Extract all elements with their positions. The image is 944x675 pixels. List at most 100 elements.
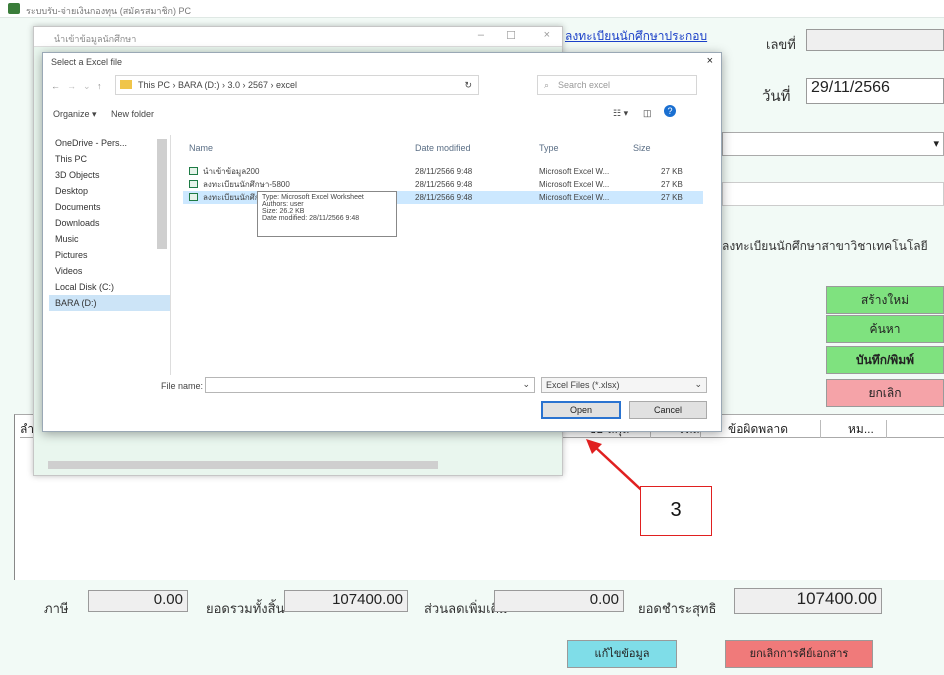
horizontal-scrollbar[interactable] [48,461,438,469]
total-label: ยอดรวมทั้งสิ้น [206,601,285,616]
tooltip-line: Type: Microsoft Excel Worksheet [262,194,364,201]
search-button[interactable]: ค้นหา [826,315,944,343]
organize-button[interactable]: Organize ▾ [53,109,97,120]
net-label: ยอดชำระสุทธิ [638,601,717,616]
help-icon[interactable]: ? [664,105,676,117]
edit-button[interactable]: แก้ไขข้อมูล [567,640,677,668]
chevron-down-icon[interactable]: ⌄ [83,81,91,92]
file-date: 28/11/2566 9:48 [415,193,473,202]
excel-file-icon [189,167,198,175]
folder-icon [120,80,132,89]
sidebar-item[interactable]: Downloads [49,215,170,231]
category-dropdown[interactable]: ▾ [722,132,944,156]
open-button[interactable]: Open [541,401,621,419]
col-size[interactable]: Size [633,143,651,153]
import-window-title: นำเข้าข้อมูลนักศึกษา [54,34,137,44]
app-title-bar: ระบบรับ-จ่ายเงินกองทุน (สมัครสมาชิก) PC [0,0,944,18]
minimize-icon[interactable]: – [478,29,484,41]
search-placeholder: Search excel [558,80,611,90]
total-field[interactable]: 107400.00 [284,590,408,612]
description-text: ลงทะเบียนนักศึกษาสาขาวิชาเทคโนโลยี [722,239,928,253]
file-name: นำเข้าข้อมูล200 [203,167,260,176]
excel-file-icon [189,180,198,188]
file-size: 27 KB [661,193,683,202]
vat-field[interactable]: 0.00 [88,590,188,612]
col-name[interactable]: Name [189,143,213,153]
file-row[interactable]: ลงทะเบียนนักศึกษา-5800 28/11/2566 9:48 Mic… [183,178,703,191]
app-icon [8,3,20,14]
sidebar-item[interactable]: Music [49,231,170,247]
cancel-button[interactable]: ยกเลิก [826,379,944,407]
filename-input[interactable]: ⌄ [205,377,535,393]
sidebar-item[interactable]: Pictures [49,247,170,263]
filename-label: File name: [161,381,204,391]
header-tab-text[interactable]: ลงทะเบียนนักศึกษาประกอบ [565,27,707,46]
date-label: วันที่ [762,88,791,105]
app-title: ระบบรับ-จ่ายเงินกองทุน (สมัครสมาชิก) PC [26,6,192,16]
breadcrumb: This PC › BARA (D:) › 3.0 › 2567 › excel [138,80,298,90]
dialog-titlebar: Select a Excel file × [43,53,721,69]
step-callout: 3 [640,486,712,536]
preview-pane-icon[interactable]: ◫ [643,108,652,119]
tooltip-line: Size: 26.2 KB [262,208,305,215]
close-icon[interactable]: × [544,29,550,41]
chevron-down-icon[interactable]: ⌄ [522,379,530,390]
file-date: 28/11/2566 9:48 [415,167,473,176]
file-type: Microsoft Excel W... [539,180,610,189]
doc-no-field[interactable] [806,29,944,51]
file-date: 28/11/2566 9:48 [415,180,473,189]
back-icon[interactable]: ← [51,81,60,91]
sidebar-item[interactable]: 3D Objects [49,167,170,183]
text-field[interactable] [722,182,944,206]
sidebar-item[interactable]: Videos [49,263,170,279]
file-size: 27 KB [661,180,683,189]
new-folder-button[interactable]: New folder [111,109,154,119]
tooltip-line: Date modified: 28/11/2566 9:48 [262,215,360,222]
save-print-button[interactable]: บันทึก/พิมพ์ [826,346,944,374]
select-excel-dialog: Select a Excel file × ← → ⌄ ↑ This PC › … [42,52,722,432]
cancel-document-button[interactable]: ยกเลิกการคีย์เอกสาร [725,640,873,668]
chevron-down-icon: ▾ [933,138,939,150]
date-field[interactable]: 29/11/2566 [806,78,944,104]
grid-col-error: ข้อผิดพลาด [728,422,789,436]
sidebar-item[interactable]: Documents [49,199,170,215]
grid-divider [820,420,821,438]
file-row[interactable]: นำเข้าข้อมูล200 28/11/2566 9:48 Microsoft … [183,165,703,178]
col-date[interactable]: Date modified [415,143,471,153]
dialog-cancel-button[interactable]: Cancel [629,401,707,419]
maximize-icon[interactable]: ☐ [506,29,516,42]
create-button[interactable]: สร้างใหม่ [826,286,944,314]
col-type[interactable]: Type [539,143,559,153]
file-tooltip: Type: Microsoft Excel Worksheet Authors:… [257,191,397,237]
net-field[interactable]: 107400.00 [734,588,882,614]
search-input[interactable]: ⌕ Search excel [537,75,697,95]
file-size: 27 KB [661,167,683,176]
grid-col-more: หม... [848,422,874,436]
sidebar-item[interactable]: OneDrive - Pers... [49,135,170,151]
discount-field[interactable]: 0.00 [494,590,624,612]
file-type: Microsoft Excel W... [539,193,610,202]
doc-no-label: เลขที่ [766,37,796,52]
sidebar-scrollbar[interactable] [157,139,167,249]
tooltip-line: Authors: user [262,201,304,208]
sidebar-item[interactable]: This PC [49,151,170,167]
grid-divider [886,420,887,438]
sidebar-item[interactable]: Local Disk (C:) [49,279,170,295]
sidebar-item[interactable]: BARA (D:) [49,295,170,311]
filetype-select[interactable]: Excel Files (*.xlsx) ⌄ [541,377,707,393]
excel-file-icon [189,193,198,201]
forward-icon[interactable]: → [67,81,76,91]
address-bar[interactable]: This PC › BARA (D:) › 3.0 › 2567 › excel… [115,75,479,95]
refresh-icon[interactable]: ↻ [464,80,472,91]
chevron-down-icon: ⌄ [694,379,702,389]
dialog-close-icon[interactable]: × [707,55,713,67]
search-icon: ⌕ [544,80,550,90]
view-options-icon[interactable]: ☷ ▾ [613,108,628,119]
dialog-title: Select a Excel file [51,57,123,67]
sidebar-item[interactable]: Desktop [49,183,170,199]
file-type: Microsoft Excel W... [539,167,610,176]
nav-pane: OneDrive - Pers... This PC 3D Objects Deskt… [49,135,171,375]
vat-label: ภาษี [44,601,69,616]
import-window-titlebar: นำเข้าข้อมูลนักศึกษา – ☐ × [34,27,562,47]
up-icon[interactable]: ↑ [97,81,102,91]
